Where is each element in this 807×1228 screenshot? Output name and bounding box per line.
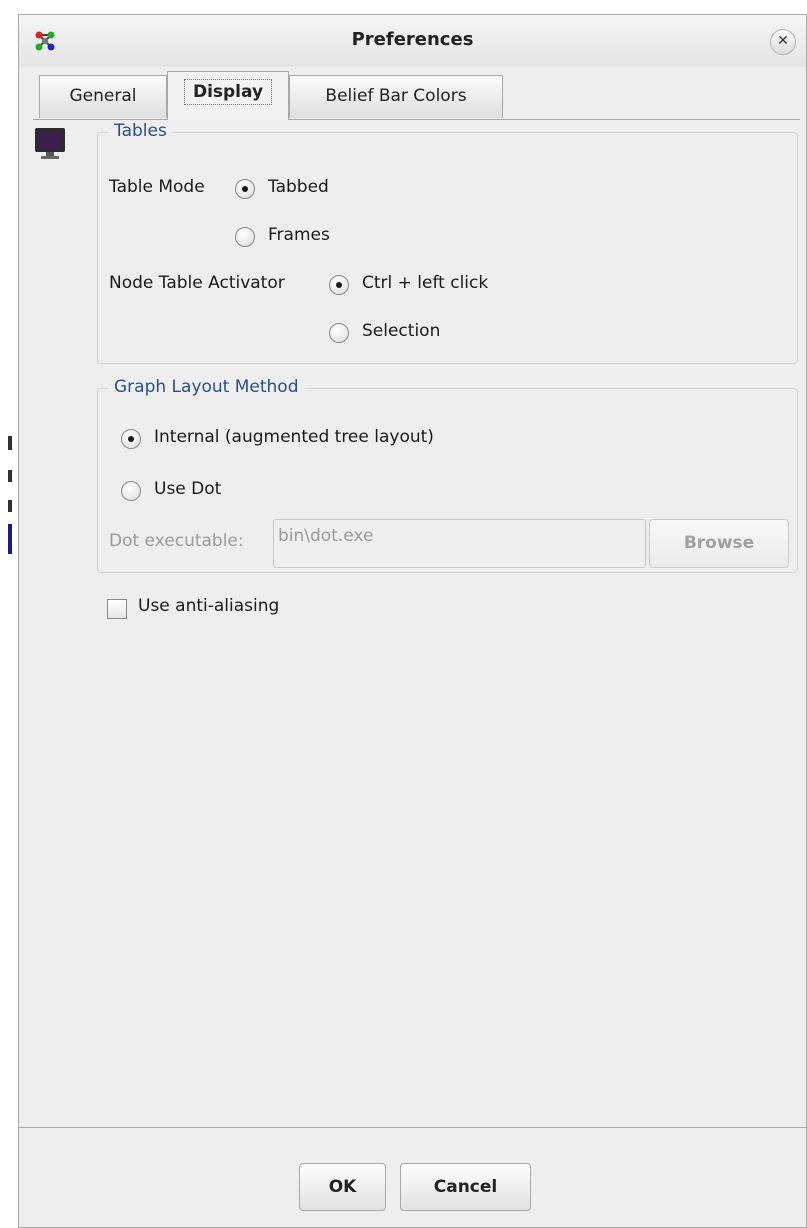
node-table-ctrl-click-label[interactable]: Ctrl + left click bbox=[362, 273, 488, 293]
tab-belief-bar-colors-label: Belief Bar Colors bbox=[325, 86, 467, 106]
tab-bar: General Display Belief Bar Colors bbox=[33, 71, 800, 120]
table-mode-frames-label[interactable]: Frames bbox=[268, 225, 330, 245]
table-mode-tabbed-label[interactable]: Tabbed bbox=[268, 177, 329, 197]
tab-display[interactable]: Display bbox=[167, 71, 289, 120]
browse-button[interactable]: Browse bbox=[649, 519, 789, 568]
cancel-button[interactable]: Cancel bbox=[400, 1163, 531, 1211]
background-text-fragment bbox=[8, 470, 12, 482]
layout-use-dot-label[interactable]: Use Dot bbox=[154, 479, 221, 499]
background-text-fragment bbox=[8, 500, 12, 512]
node-table-activator-label: Node Table Activator bbox=[109, 273, 285, 293]
node-table-selection-radio[interactable] bbox=[329, 323, 349, 343]
title-bar: Preferences ✕ bbox=[19, 15, 806, 67]
close-icon: ✕ bbox=[777, 33, 789, 49]
graph-layout-group: Graph Layout Method Internal (augmented … bbox=[97, 377, 798, 573]
selected-dot bbox=[242, 186, 248, 192]
node-table-ctrl-click-radio[interactable] bbox=[329, 275, 349, 295]
table-mode-label: Table Mode bbox=[109, 177, 205, 197]
dot-executable-label: Dot executable: bbox=[109, 531, 244, 551]
node-table-selection-label[interactable]: Selection bbox=[362, 321, 440, 341]
tab-general-label: General bbox=[69, 86, 137, 106]
window-title: Preferences bbox=[351, 29, 474, 50]
table-mode-frames-radio[interactable] bbox=[235, 227, 255, 247]
tab-general[interactable]: General bbox=[39, 75, 167, 118]
layout-internal-label[interactable]: Internal (augmented tree layout) bbox=[154, 427, 434, 447]
ok-button[interactable]: OK bbox=[299, 1163, 386, 1211]
tab-display-label: Display bbox=[183, 79, 273, 105]
footer-divider bbox=[19, 1127, 806, 1128]
graph-layout-legend: Graph Layout Method bbox=[108, 377, 305, 397]
display-monitor-icon bbox=[35, 128, 65, 159]
dot-executable-field[interactable]: bin\dot.exe bbox=[273, 519, 646, 568]
selected-dot bbox=[128, 436, 134, 442]
layout-internal-radio[interactable] bbox=[121, 429, 141, 449]
tables-group: Tables Table Mode Tabbed Frames Node Tab… bbox=[97, 121, 798, 364]
anti-aliasing-label[interactable]: Use anti-aliasing bbox=[138, 596, 279, 616]
table-mode-tabbed-radio[interactable] bbox=[235, 179, 255, 199]
layout-use-dot-radio[interactable] bbox=[121, 481, 141, 501]
tables-legend: Tables bbox=[108, 121, 173, 141]
display-panel: Tables Table Mode Tabbed Frames Node Tab… bbox=[19, 120, 806, 1125]
selected-dot bbox=[336, 282, 342, 288]
background-selection-fragment bbox=[8, 524, 12, 554]
background-text-fragment bbox=[8, 436, 12, 450]
background-window-strip bbox=[0, 0, 18, 1228]
close-button[interactable]: ✕ bbox=[770, 29, 796, 55]
anti-aliasing-checkbox[interactable] bbox=[107, 599, 127, 619]
preferences-dialog: Preferences ✕ General Display Belief Bar… bbox=[18, 14, 807, 1228]
tab-belief-bar-colors[interactable]: Belief Bar Colors bbox=[289, 75, 503, 118]
